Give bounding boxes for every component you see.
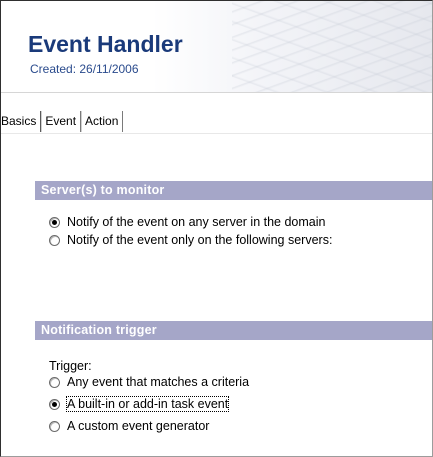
created-date: Created: 26/11/2006 <box>30 62 139 76</box>
radio-task-event-label: A built-in or add-in task event <box>65 396 230 412</box>
radio-button-checked-icon[interactable] <box>49 398 60 410</box>
tab-basics[interactable]: Basics <box>1 111 42 132</box>
radio-following-servers-label: Notify of the event only on the followin… <box>67 233 333 247</box>
page-title: Event Handler <box>28 31 183 57</box>
radio-custom-generator[interactable]: A custom event generator <box>49 419 209 433</box>
trigger-label: Trigger: <box>49 359 92 373</box>
radio-following-servers[interactable]: Notify of the event only on the followin… <box>49 233 332 247</box>
header-divider <box>1 92 432 93</box>
radio-any-event-criteria[interactable]: Any event that matches a criteria <box>49 375 249 389</box>
radio-custom-generator-label: A custom event generator <box>67 419 210 433</box>
radio-button-icon[interactable] <box>49 376 60 388</box>
radio-button-checked-icon[interactable] <box>49 216 60 228</box>
tab-divider <box>1 133 432 134</box>
tab-bar: Basics Event Action <box>1 111 124 133</box>
radio-any-event-criteria-label: Any event that matches a criteria <box>67 375 250 389</box>
radio-any-server[interactable]: Notify of the event on any server in the… <box>49 215 325 229</box>
servers-section-title: Server(s) to monitor <box>35 181 432 200</box>
radio-button-icon[interactable] <box>49 234 60 246</box>
radio-button-icon[interactable] <box>49 420 60 432</box>
header-texture <box>232 1 432 92</box>
notification-section-title: Notification trigger <box>35 321 432 340</box>
radio-any-server-label: Notify of the event on any server in the… <box>67 215 326 229</box>
tab-event[interactable]: Event <box>41 111 82 132</box>
event-handler-form: Event Handler Created: 26/11/2006 Basics… <box>0 0 433 457</box>
tab-action[interactable]: Action <box>81 111 124 132</box>
radio-task-event[interactable]: A built-in or add-in task event <box>49 396 230 412</box>
document-header: Event Handler Created: 26/11/2006 <box>1 1 432 92</box>
